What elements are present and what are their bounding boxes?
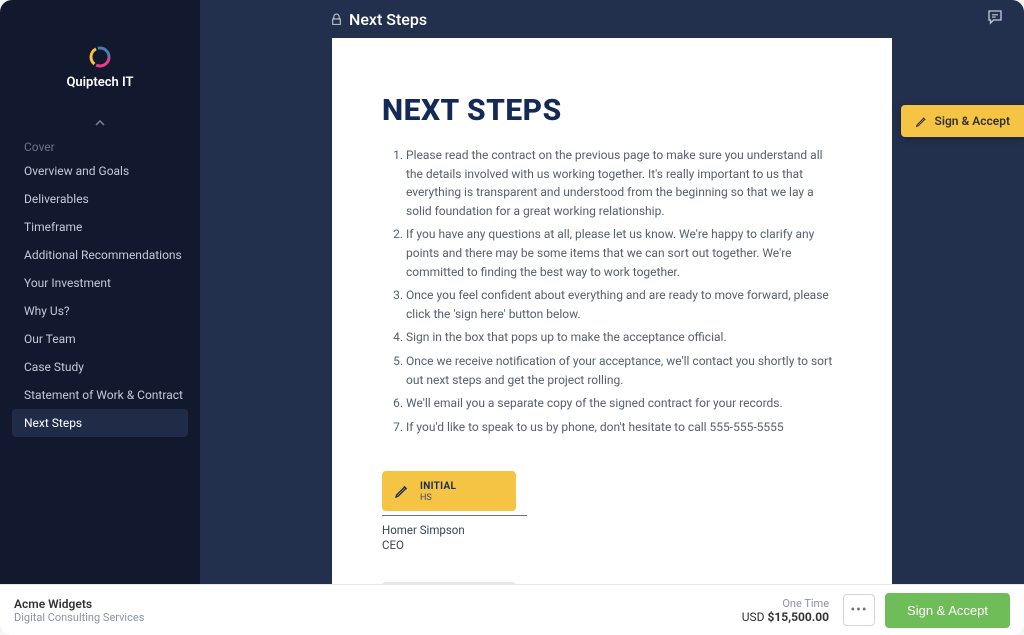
lock-icon: [330, 13, 343, 26]
initial-value: HS: [420, 493, 456, 503]
signer-role: CEO: [382, 538, 842, 552]
footer-service: Digital Consulting Services: [14, 611, 742, 624]
sign-accept-floating-button[interactable]: Sign & Accept: [901, 105, 1024, 137]
pen-icon: [915, 115, 928, 128]
section-nav: Cover Overview and Goals Deliverables Ti…: [0, 137, 200, 437]
brand-name: Quiptech IT: [0, 75, 200, 90]
document-page: NEXT STEPS Please read the contract on t…: [332, 38, 892, 584]
steps-list: Please read the contract on the previous…: [382, 146, 842, 436]
brand-logo: Quiptech IT: [0, 45, 200, 110]
step-item: We'll email you a separate copy of the s…: [406, 394, 842, 413]
footer-bar: Acme Widgets Digital Consulting Services…: [0, 584, 1024, 635]
page-title: Next Steps: [349, 10, 427, 29]
signer-name: Homer Simpson: [382, 522, 842, 538]
document-title: NEXT STEPS: [382, 93, 842, 128]
signature-line: [382, 515, 527, 516]
initial-section: INITIAL HS Homer Simpson CEO: [382, 471, 842, 552]
collapse-toggle[interactable]: [0, 110, 200, 137]
page-header: Next Steps: [200, 0, 1024, 38]
step-item: Please read the contract on the previous…: [406, 146, 842, 220]
initial-box[interactable]: INITIAL HS: [382, 471, 516, 511]
price-label: One Time: [742, 597, 829, 610]
step-item: If you'd like to speak to us by phone, d…: [406, 418, 842, 437]
comment-icon[interactable]: [986, 8, 1004, 30]
sidebar: Quiptech IT Cover Overview and Goals Del…: [0, 0, 200, 584]
nav-item-next-steps[interactable]: Next Steps: [12, 409, 188, 437]
nav-item-deliverables[interactable]: Deliverables: [0, 185, 200, 213]
initial-label: INITIAL: [420, 481, 456, 492]
sign-accept-button[interactable]: Sign & Accept: [885, 593, 1010, 628]
price-currency: USD: [742, 610, 765, 624]
pen-icon: [394, 483, 410, 499]
nav-item-case-study[interactable]: Case Study: [0, 353, 200, 381]
nav-item-why-us[interactable]: Why Us?: [0, 297, 200, 325]
nav-item-investment[interactable]: Your Investment: [0, 269, 200, 297]
nav-item-sow[interactable]: Statement of Work & Contract: [0, 381, 200, 409]
step-item: Sign in the box that pops up to make the…: [406, 328, 842, 347]
nav-item-overview[interactable]: Overview and Goals: [0, 157, 200, 185]
nav-item-recommendations[interactable]: Additional Recommendations: [0, 241, 200, 269]
logo-icon: [88, 45, 112, 69]
more-options-button[interactable]: •••: [843, 594, 875, 626]
footer-company: Acme Widgets: [14, 597, 742, 611]
step-item: Once you feel confident about everything…: [406, 286, 842, 323]
footer-price: One Time USD $15,500.00: [742, 597, 829, 624]
main-content: Next Steps NEXT STEPS Please read the co…: [200, 0, 1024, 584]
step-item: If you have any questions at all, please…: [406, 225, 842, 281]
nav-item-timeframe[interactable]: Timeframe: [0, 213, 200, 241]
price-amount: $15,500.00: [768, 610, 830, 624]
nav-item-cover[interactable]: Cover: [0, 137, 200, 157]
sign-accept-label: Sign & Accept: [935, 114, 1011, 128]
step-item: Once we receive notification of your acc…: [406, 352, 842, 389]
nav-item-team[interactable]: Our Team: [0, 325, 200, 353]
